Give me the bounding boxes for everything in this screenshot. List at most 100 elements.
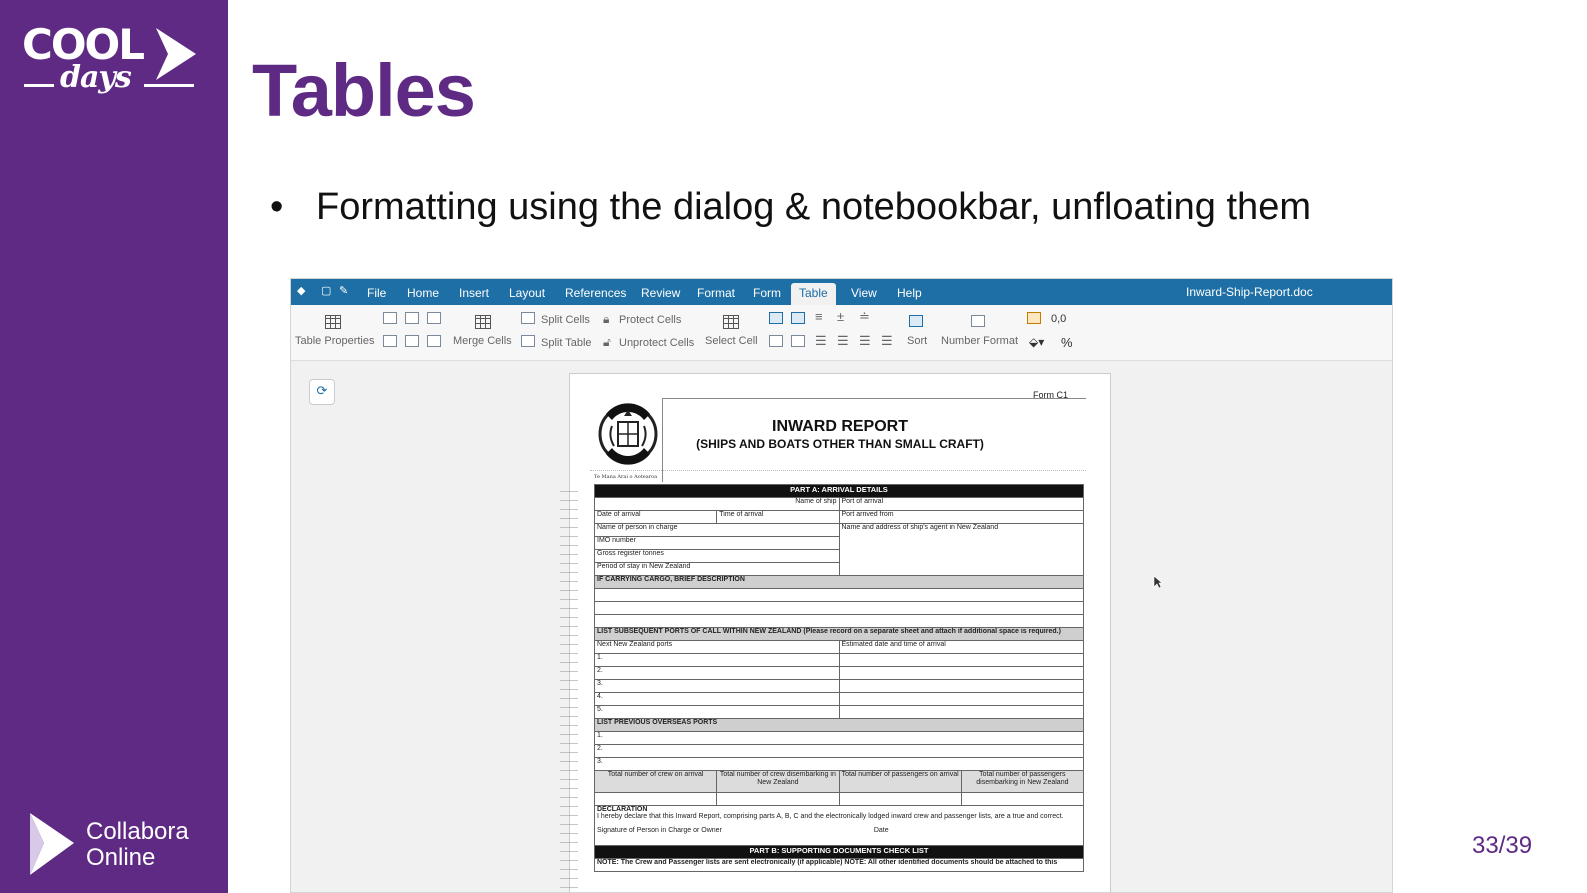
app-logo-icon[interactable]: ◆ [297,285,309,297]
count-cell[interactable] [716,792,840,806]
align-middle-icon[interactable]: ± [837,309,844,324]
crew-on-arrival-header[interactable]: Total number of crew on arrival [593,770,718,793]
table-row[interactable]: Name of ship Port of arrival [594,497,1084,511]
menu-layout[interactable]: Layout [509,286,545,300]
delete-rows-icon[interactable] [383,335,397,347]
next-nz-ports-cell[interactable]: Next New Zealand ports [594,640,840,654]
count-cell[interactable] [593,792,718,806]
inward-report-table[interactable]: PART A: ARRIVAL DETAILS Name of ship Por… [593,484,1085,872]
date-of-arrival-cell[interactable]: Date of arrival [593,510,718,524]
navigator-icon[interactable]: ⟳ [309,379,335,405]
cargo-header[interactable]: IF CARRYING CARGO, BRIEF DESCRIPTION [594,575,1084,589]
menu-home[interactable]: Home [407,286,439,300]
align-center-icon[interactable]: ☰ [837,333,849,349]
table-row[interactable]: PART B: SUPPORTING DOCUMENTS CHECK LIST [594,845,1084,859]
decimal-format-button[interactable]: 0,0 [1051,313,1066,325]
table-row[interactable]: DECLARATION I hereby declare that this I… [594,805,1084,846]
menu-view[interactable]: View [851,286,877,300]
person-in-charge-cell[interactable]: Name of person in charge [594,523,840,537]
table-row[interactable] [594,588,1084,602]
delete-table-icon[interactable] [427,335,441,347]
borders-icon[interactable] [769,312,783,324]
table-row[interactable]: 2. [594,744,1084,758]
comment-icon[interactable] [1027,312,1041,324]
save-icon[interactable]: ▢ [321,285,333,297]
fill-color-icon[interactable]: ⬙▾ [1029,335,1044,349]
split-cells-icon[interactable] [521,312,535,324]
previous-ports-header[interactable]: LIST PREVIOUS OVERSEAS PORTS [594,718,1084,732]
split-cells-button[interactable]: Split Cells [541,314,590,326]
merge-cells-icon[interactable] [475,315,491,329]
table-row[interactable] [594,614,1084,628]
table-row[interactable]: NOTE: The Crew and Passenger lists are s… [594,858,1084,872]
lock-icon[interactable]: 🔒︎ [603,312,609,327]
no-border-icon[interactable] [791,335,805,347]
cargo-line[interactable] [594,588,1084,602]
outer-border-icon[interactable] [769,335,783,347]
count-cell[interactable] [838,792,962,806]
cargo-line[interactable] [594,614,1084,628]
port-row-date[interactable] [838,692,1084,706]
table-properties-button[interactable]: Table Properties [295,335,375,347]
table-row[interactable]: 4. [594,692,1084,706]
period-of-stay-cell[interactable]: Period of stay in New Zealand [594,562,840,576]
split-table-button[interactable]: Split Table [541,337,592,349]
menu-table[interactable]: Table [791,283,836,306]
table-row[interactable]: 1. [594,731,1084,745]
insert-columns-icon[interactable] [427,312,441,324]
table-row[interactable]: IF CARRYING CARGO, BRIEF DESCRIPTION [594,575,1084,589]
justify-icon[interactable]: ☰ [881,333,893,349]
table-row[interactable]: Name of person in charge Name and addres… [594,523,1084,576]
crew-disembarking-header[interactable]: Total number of crew disembarking in New… [716,770,840,793]
gross-tonnes-cell[interactable]: Gross register tonnes [594,549,840,563]
imo-cell[interactable]: IMO number [594,536,840,550]
sort-button[interactable]: Sort [907,335,927,347]
part-b-header[interactable]: PART B: SUPPORTING DOCUMENTS CHECK LIST [594,845,1084,859]
port-row-number[interactable]: 5. [594,705,840,719]
table-row[interactable]: LIST SUBSEQUENT PORTS OF CALL WITHIN NEW… [594,627,1084,641]
sort-icon[interactable] [909,315,923,327]
port-row-date[interactable] [838,666,1084,680]
menu-help[interactable]: Help [897,286,922,300]
menu-review[interactable]: Review [641,286,680,300]
insert-rows-above-icon[interactable] [383,312,397,324]
table-properties-icon[interactable] [325,315,341,329]
table-row[interactable]: 3. [594,757,1084,771]
table-row[interactable]: 1. [594,653,1084,667]
align-left-icon[interactable]: ☰ [815,333,827,349]
unlock-icon[interactable]: 🔓︎ [603,335,611,350]
percent-format-button[interactable]: % [1061,335,1073,350]
table-row[interactable]: Total number of crew on arrival Total nu… [593,770,1085,793]
previous-port-row[interactable]: 1. [594,731,1084,745]
time-of-arrival-cell[interactable]: Time of arrival [716,510,840,524]
align-top-icon[interactable]: ≡ [815,309,823,324]
document-page[interactable]: Form C1 Te Mana Arai o Aotearoa INWARD R… [560,373,1111,892]
passengers-disembarking-header[interactable]: Total number of passengers disembarking … [960,770,1085,793]
merge-cells-button[interactable]: Merge Cells [453,335,512,347]
protect-cells-button[interactable]: Protect Cells [619,314,681,326]
insert-rows-below-icon[interactable] [405,312,419,324]
select-cell-button[interactable]: Select Cell [705,335,758,347]
menu-form[interactable]: Form [753,286,781,300]
align-right-icon[interactable]: ☰ [859,333,871,349]
port-row-date[interactable] [838,653,1084,667]
port-row-number[interactable]: 2. [594,666,840,680]
menu-file[interactable]: File [367,286,386,300]
port-row-number[interactable]: 4. [594,692,840,706]
port-row-date[interactable] [838,705,1084,719]
menu-references[interactable]: References [565,286,626,300]
port-row-number[interactable]: 3. [594,679,840,693]
port-arrived-from-cell[interactable]: Port arrived from [838,510,1084,524]
menu-format[interactable]: Format [697,286,735,300]
table-row[interactable] [593,792,1085,806]
table-row[interactable]: 5. [594,705,1084,719]
port-of-arrival-cell[interactable]: Port of arrival [838,497,1084,511]
table-row[interactable]: 2. [594,666,1084,680]
table-row[interactable]: 3. [594,679,1084,693]
est-date-time-cell[interactable]: Estimated date and time of arrival [838,640,1084,654]
note-cell[interactable]: NOTE: The Crew and Passenger lists are s… [594,858,1084,872]
menu-insert[interactable]: Insert [459,286,489,300]
count-cell[interactable] [960,792,1085,806]
port-row-number[interactable]: 1. [594,653,840,667]
table-row[interactable]: LIST PREVIOUS OVERSEAS PORTS [594,718,1084,732]
